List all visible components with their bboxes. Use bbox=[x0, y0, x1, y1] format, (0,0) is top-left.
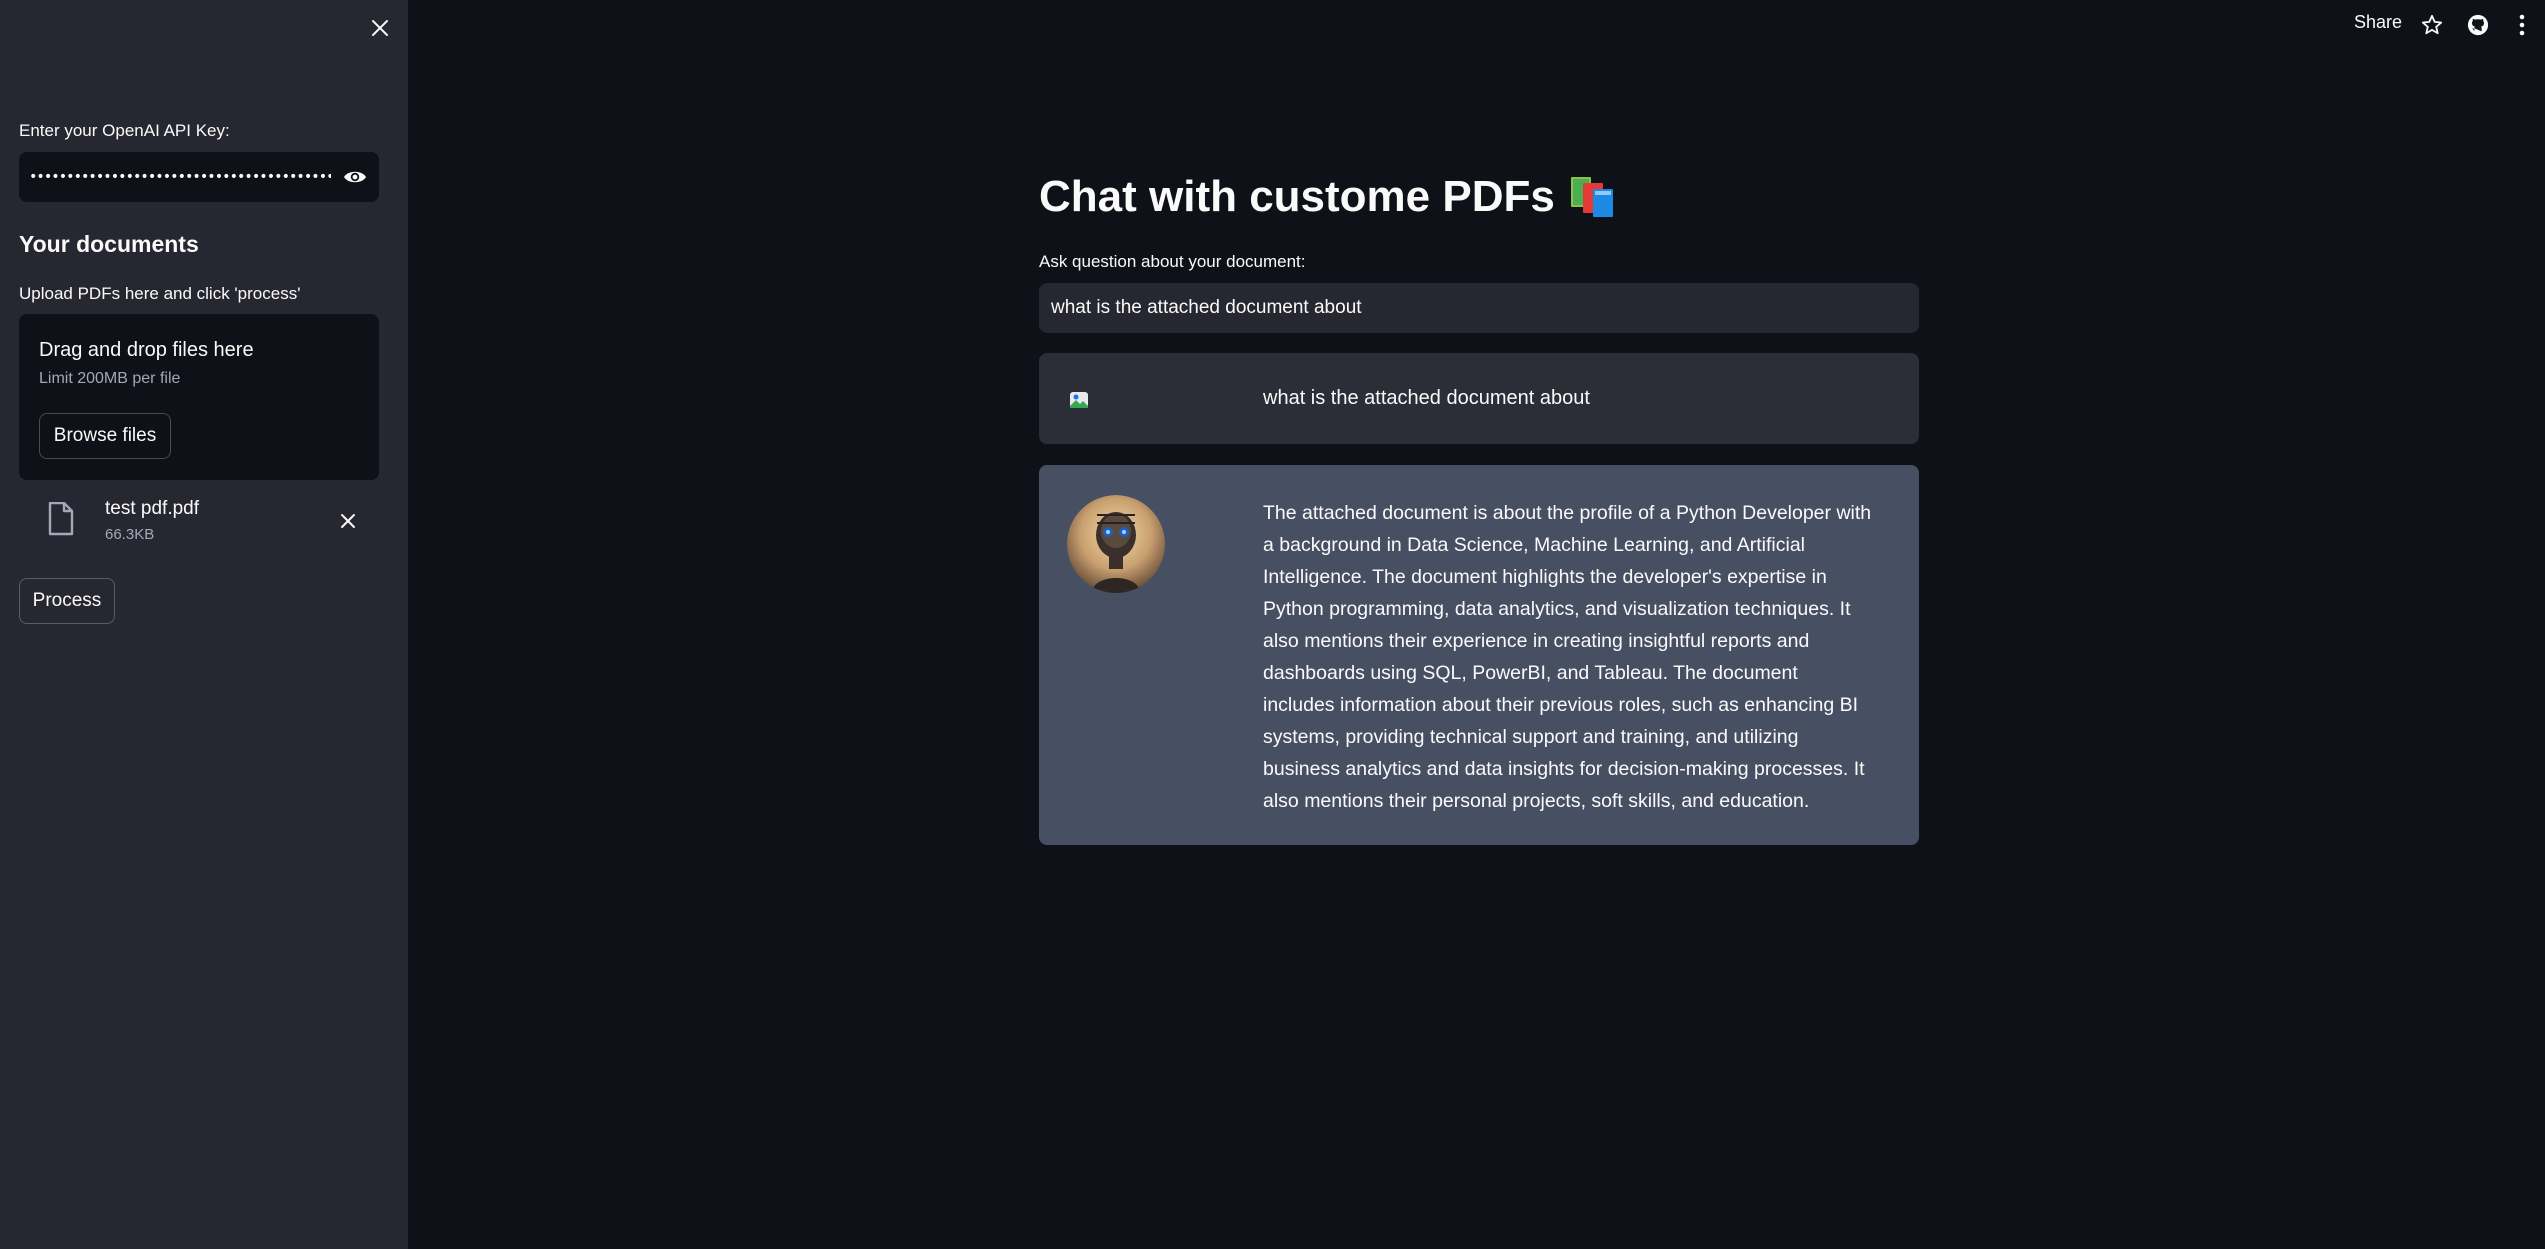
books-icon bbox=[1570, 177, 1613, 217]
file-name: test pdf.pdf bbox=[105, 498, 200, 519]
documents-heading: Your documents bbox=[19, 231, 199, 257]
user-message-text: what is the attached document about bbox=[1263, 387, 1590, 409]
browse-files-button[interactable]: Browse files bbox=[39, 413, 171, 459]
file-icon bbox=[48, 502, 74, 536]
eye-icon bbox=[344, 171, 366, 183]
user-avatar-icon bbox=[1070, 392, 1088, 408]
star-button[interactable] bbox=[2419, 12, 2445, 38]
user-message: what is the attached document about bbox=[1039, 353, 1919, 444]
bot-message-text: The attached document is about the profi… bbox=[1263, 502, 1872, 812]
uploaded-file-item: test pdf.pdf 66.3KB bbox=[19, 494, 379, 554]
github-button[interactable] bbox=[2465, 12, 2491, 38]
robot-avatar-icon bbox=[1067, 495, 1165, 593]
question-label: Ask question about your document: bbox=[1039, 252, 1306, 271]
api-key-field: ••••••••••••••••••••••••••••••••••••••••… bbox=[19, 152, 379, 202]
github-icon bbox=[2467, 14, 2489, 36]
page-title: Chat with custome PDFs bbox=[1039, 172, 1617, 222]
dropzone-title: Drag and drop files here bbox=[39, 339, 254, 361]
file-size: 66.3KB bbox=[105, 526, 155, 543]
close-icon bbox=[341, 514, 355, 528]
share-button[interactable]: Share bbox=[2354, 12, 2402, 33]
star-icon bbox=[2421, 14, 2443, 35]
page-title-text: Chat with custome PDFs bbox=[1039, 172, 1555, 221]
sidebar: Enter your OpenAI API Key: •••••••••••••… bbox=[0, 0, 408, 1249]
close-sidebar-button[interactable] bbox=[366, 14, 394, 42]
dropzone-limit: Limit 200MB per file bbox=[39, 370, 181, 387]
api-key-input[interactable]: ••••••••••••••••••••••••••••••••••••••••… bbox=[19, 152, 331, 202]
api-key-label: Enter your OpenAI API Key: bbox=[19, 121, 230, 140]
main-menu-button[interactable] bbox=[2509, 12, 2535, 38]
question-input[interactable]: what is the attached document about bbox=[1039, 283, 1919, 333]
remove-file-button[interactable] bbox=[335, 508, 361, 534]
file-dropzone[interactable]: Drag and drop files here Limit 200MB per… bbox=[19, 314, 379, 480]
upload-instruction: Upload PDFs here and click 'process' bbox=[19, 284, 301, 303]
more-vertical-icon bbox=[2519, 14, 2525, 36]
toggle-visibility-button[interactable] bbox=[331, 152, 379, 202]
bot-message: The attached document is about the profi… bbox=[1039, 465, 1919, 845]
close-icon bbox=[372, 20, 388, 36]
bot-avatar bbox=[1067, 495, 1165, 593]
process-button[interactable]: Process bbox=[19, 578, 115, 624]
